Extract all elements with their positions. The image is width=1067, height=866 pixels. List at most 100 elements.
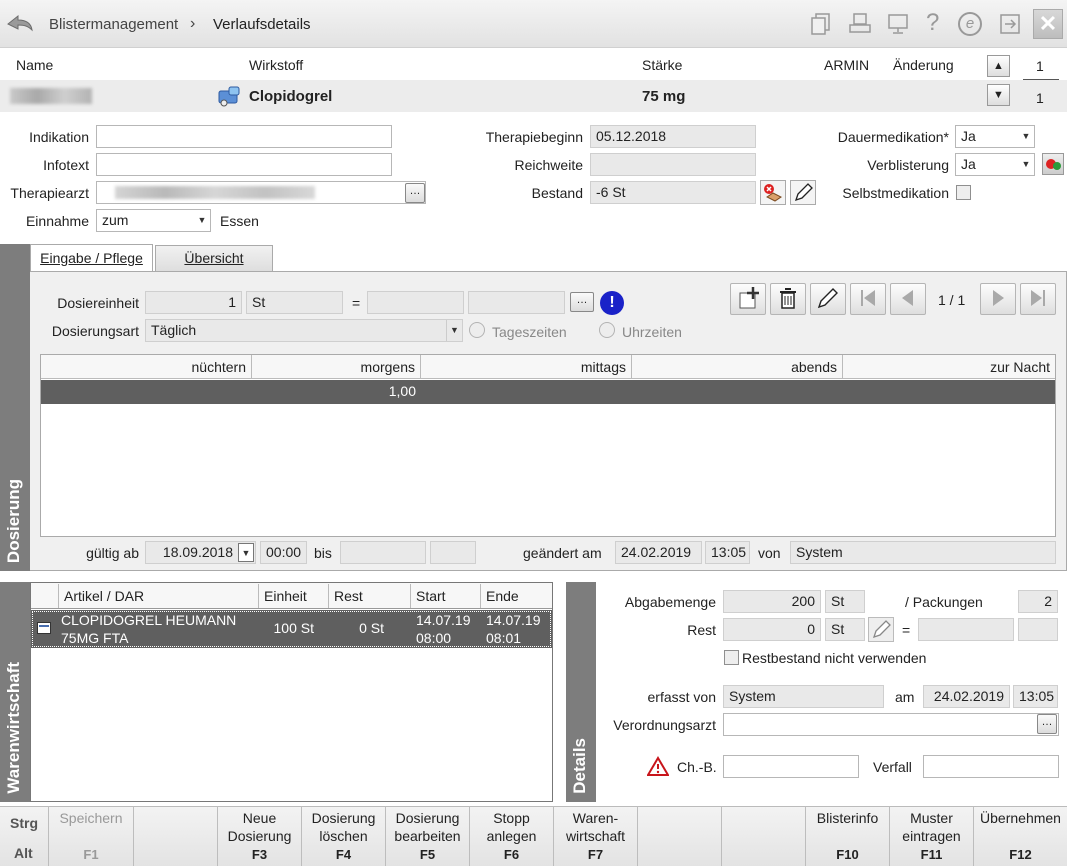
- verfall-field[interactable]: [923, 755, 1059, 778]
- ww-col-artikel[interactable]: Artikel / DAR: [59, 584, 259, 608]
- first-page-button[interactable]: [850, 283, 886, 315]
- tab-eingabe-pflege[interactable]: Eingabe / Pflege: [30, 244, 153, 272]
- f7-warenwirtschaft-button[interactable]: Waren-wirtschaft F7: [554, 806, 638, 866]
- abgabemenge-unit[interactable]: St: [825, 590, 865, 613]
- dosiereinheit-field[interactable]: 1: [145, 291, 242, 314]
- therapiearzt-browse-button[interactable]: …: [405, 183, 425, 203]
- col-mittags[interactable]: mittags: [421, 355, 632, 379]
- delete-dosierung-button[interactable]: [770, 283, 806, 315]
- chb-field[interactable]: [723, 755, 859, 778]
- info-icon[interactable]: !: [600, 291, 624, 315]
- tab-uebersicht[interactable]: Übersicht: [155, 245, 273, 271]
- rest-conv-unit[interactable]: [1018, 618, 1058, 641]
- von-field[interactable]: System: [790, 541, 1056, 564]
- dosierung-section-label: Dosierung: [0, 244, 30, 571]
- f4-dosierung-loeschen-button[interactable]: Dosierung löschen F4: [302, 806, 386, 866]
- bis-label: bis: [314, 545, 332, 561]
- col-morgens[interactable]: morgens: [252, 355, 421, 379]
- dauermed-label: Dauermedikation*: [837, 129, 949, 145]
- tageszeiten-radio[interactable]: [469, 322, 485, 338]
- exit-icon[interactable]: [998, 12, 1022, 36]
- geaendert-time[interactable]: 13:05: [705, 541, 750, 564]
- am-date[interactable]: 24.02.2019: [923, 685, 1010, 708]
- verordnungsarzt-field[interactable]: [723, 713, 1059, 736]
- dauermed-select[interactable]: Ja ▼: [955, 125, 1035, 148]
- dosierungsart-select[interactable]: Täglich ▼: [145, 319, 463, 342]
- gueltig-ab-field[interactable]: 18.09.2018 ▼: [145, 541, 256, 564]
- scroll-up-button[interactable]: ▲: [987, 55, 1010, 77]
- rest-field[interactable]: 0: [723, 618, 821, 641]
- verblisterung-value: Ja: [961, 156, 976, 172]
- gueltig-ab-time[interactable]: 00:00: [260, 541, 307, 564]
- next-page-button[interactable]: [980, 283, 1016, 315]
- f11-muster-eintragen-button[interactable]: Muster eintragen F11: [890, 806, 974, 866]
- rest-conv-value[interactable]: [918, 618, 1014, 641]
- bis-time[interactable]: [430, 541, 476, 564]
- counter-bottom: 1: [1036, 90, 1044, 106]
- f1-speichern-button[interactable]: Speichern F1: [49, 806, 134, 866]
- f5-dosierung-bearbeiten-button[interactable]: Dosierung bearbeiten F5: [386, 806, 470, 866]
- help-icon[interactable]: ?: [926, 10, 939, 36]
- rest-unit[interactable]: St: [825, 618, 865, 641]
- verblisterung-status-icon[interactable]: [1042, 153, 1064, 175]
- ww-col-einheit[interactable]: Einheit: [259, 584, 329, 608]
- verblisterung-select[interactable]: Ja ▼: [955, 153, 1035, 176]
- patient-row[interactable]: [0, 80, 1067, 112]
- scroll-down-button[interactable]: ▼: [987, 84, 1010, 106]
- bestand-handshake-icon[interactable]: [760, 180, 786, 205]
- ww-col-start[interactable]: Start: [411, 584, 481, 608]
- dosiereinheit-conv-value[interactable]: [367, 291, 464, 314]
- col-abends[interactable]: abends: [632, 355, 843, 379]
- col-nuechtern[interactable]: nüchtern: [41, 355, 252, 379]
- f6-stopp-anlegen-button[interactable]: Stopp anlegen F6: [470, 806, 554, 866]
- print-icon[interactable]: [848, 12, 872, 36]
- therapiebeginn-field[interactable]: 05.12.2018: [590, 125, 756, 148]
- f9-empty-button[interactable]: [722, 806, 806, 866]
- verordnungsarzt-browse-button[interactable]: …: [1037, 714, 1057, 734]
- bis-field[interactable]: [340, 541, 426, 564]
- table-row[interactable]: 1,00: [41, 380, 1055, 404]
- verblisterung-label: Verblisterung: [867, 157, 949, 173]
- bestand-label: Bestand: [531, 185, 583, 201]
- verordnungsarzt-label: Verordnungsarzt: [613, 717, 716, 733]
- rest-edit-icon[interactable]: [868, 617, 894, 642]
- last-page-button[interactable]: [1020, 283, 1056, 315]
- f10-blisterinfo-button[interactable]: Blisterinfo F10: [806, 806, 890, 866]
- uhrzeiten-radio[interactable]: [599, 322, 615, 338]
- back-arrow-icon[interactable]: [6, 12, 34, 34]
- edge-icon[interactable]: e: [958, 12, 982, 36]
- close-icon[interactable]: ✕: [1033, 9, 1063, 39]
- f3-neue-dosierung-button[interactable]: Neue Dosierung F3: [218, 806, 302, 866]
- dosiereinheit-unit[interactable]: St: [246, 291, 343, 314]
- monitor-icon[interactable]: [886, 12, 910, 36]
- reichweite-field[interactable]: [590, 153, 756, 176]
- edit-dosierung-button[interactable]: [810, 283, 846, 315]
- breadcrumb-root[interactable]: Blistermanagement: [49, 16, 178, 34]
- f12-uebernehmen-button[interactable]: Übernehmen F12: [974, 806, 1067, 866]
- ww-col-ende[interactable]: Ende: [481, 584, 552, 608]
- indikation-field[interactable]: [96, 125, 392, 148]
- add-dosierung-button[interactable]: [730, 283, 766, 315]
- dosiereinheit-browse-button[interactable]: …: [570, 292, 594, 312]
- dosiereinheit-conv-unit[interactable]: [468, 291, 565, 314]
- restbestand-checkbox[interactable]: [724, 650, 739, 665]
- f2-empty-button[interactable]: [134, 806, 218, 866]
- f8-empty-button[interactable]: [638, 806, 722, 866]
- therapiearzt-field[interactable]: [96, 181, 426, 204]
- breadcrumb-current: Verlaufsdetails: [213, 16, 311, 33]
- geaendert-date[interactable]: 24.02.2019: [615, 541, 702, 564]
- infotext-field[interactable]: [96, 153, 392, 176]
- prev-page-button[interactable]: [890, 283, 926, 315]
- einnahme-select[interactable]: zum ▼: [96, 209, 211, 232]
- erfasst-field[interactable]: System: [723, 685, 884, 708]
- documents-icon[interactable]: [810, 12, 832, 36]
- selbstmed-checkbox[interactable]: [956, 185, 971, 200]
- am-time[interactable]: 13:05: [1013, 685, 1058, 708]
- medication-icon: [217, 85, 242, 107]
- col-zur-nacht[interactable]: zur Nacht: [843, 355, 1055, 379]
- table-row[interactable]: CLOPIDOGREL HEUMANN 75MG FTA 100 St 0 St…: [31, 610, 552, 648]
- ww-col-rest[interactable]: Rest: [329, 584, 411, 608]
- abgabemenge-field[interactable]: 200: [723, 590, 821, 613]
- bestand-field[interactable]: -6 St: [590, 181, 756, 204]
- packungen-field[interactable]: 2: [1018, 590, 1058, 613]
